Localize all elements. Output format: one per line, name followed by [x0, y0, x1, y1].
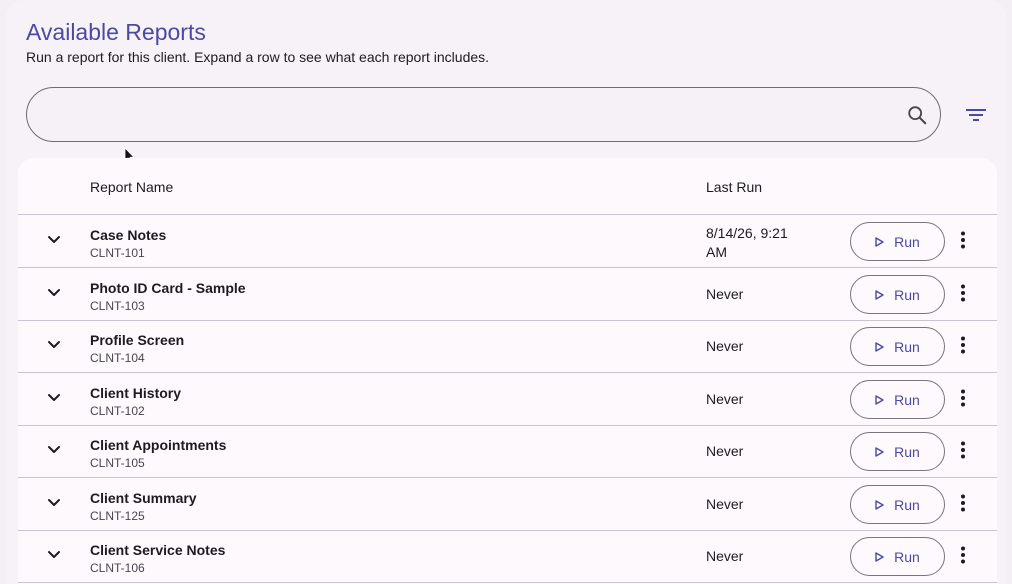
play-icon	[875, 289, 884, 300]
more-vert-icon[interactable]	[959, 389, 967, 407]
last-run-line: Never	[706, 443, 744, 459]
run-button[interactable]: Run	[850, 380, 945, 419]
report-name: Profile Screen	[90, 332, 185, 348]
last-run-line: Never	[706, 338, 744, 354]
more-vert-icon[interactable]	[959, 546, 967, 564]
play-icon	[875, 499, 884, 510]
table-row[interactable]: Photo ID Card - Sample CLNT-103 Never Ru…	[18, 268, 997, 321]
more-vert-icon[interactable]	[959, 336, 967, 354]
table-row[interactable]: Client Service Notes CLNT-106 Never Run	[18, 530, 997, 583]
more-vert-icon[interactable]	[959, 284, 967, 302]
chevron-down-icon[interactable]	[47, 498, 61, 508]
table-row[interactable]: Client History CLNT-102 Never Run	[18, 373, 997, 426]
report-code: CLNT-101	[90, 246, 145, 260]
run-button[interactable]: Run	[850, 222, 945, 261]
last-run-value: Never	[706, 390, 743, 409]
column-header-report-name: Report Name	[90, 179, 174, 195]
table-row[interactable]: Client Appointments CLNT-105 Never Run	[18, 425, 997, 478]
play-icon	[875, 551, 884, 562]
chevron-down-icon[interactable]	[47, 550, 61, 560]
report-code: CLNT-103	[90, 299, 145, 313]
reports-table: Report Name Last Run Case Notes CLNT-101…	[18, 158, 997, 584]
last-run-line: 8/14/26, 9:21	[706, 225, 788, 241]
report-name: Case Notes	[90, 227, 167, 243]
run-button-label: Run	[894, 443, 920, 460]
last-run-line: Never	[706, 286, 744, 302]
more-vert-icon[interactable]	[959, 494, 967, 512]
chevron-down-icon[interactable]	[47, 288, 61, 298]
run-button[interactable]: Run	[850, 485, 945, 524]
last-run-line: Never	[706, 548, 744, 564]
report-name: Client History	[90, 385, 182, 401]
run-button-label: Run	[894, 496, 920, 513]
run-button[interactable]: Run	[850, 275, 945, 314]
last-run-line: AM	[706, 244, 727, 260]
page-title: Available Reports	[26, 19, 206, 45]
run-button[interactable]: Run	[850, 327, 945, 366]
run-button[interactable]: Run	[850, 537, 945, 576]
filter-list-icon[interactable]	[965, 107, 987, 123]
last-run-value: 8/14/26, 9:21 AM	[706, 224, 788, 262]
chevron-down-icon[interactable]	[47, 445, 61, 455]
chevron-down-icon[interactable]	[47, 340, 61, 350]
report-code: CLNT-125	[90, 509, 145, 523]
run-button[interactable]: Run	[850, 432, 945, 471]
run-button-label: Run	[894, 286, 920, 303]
search-icon[interactable]	[906, 104, 928, 126]
report-name: Photo ID Card - Sample	[90, 280, 246, 296]
play-icon	[875, 341, 884, 352]
run-button-label: Run	[894, 391, 920, 408]
last-run-value: Never	[706, 495, 743, 514]
report-name: Client Service Notes	[90, 542, 226, 558]
table-row[interactable]: Profile Screen CLNT-104 Never Run	[18, 320, 997, 373]
more-vert-icon[interactable]	[959, 441, 967, 459]
run-button-label: Run	[894, 548, 920, 565]
report-name: Client Appointments	[90, 437, 227, 453]
column-header-last-run: Last Run	[706, 179, 763, 195]
search-input[interactable]	[47, 100, 887, 130]
play-icon	[875, 236, 884, 247]
report-code: CLNT-104	[90, 351, 145, 365]
report-code: CLNT-105	[90, 456, 145, 470]
last-run-value: Never	[706, 285, 743, 304]
last-run-value: Never	[706, 547, 743, 566]
report-code: CLNT-102	[90, 404, 145, 418]
chevron-down-icon[interactable]	[47, 393, 61, 403]
table-row[interactable]: Client Summary CLNT-125 Never Run	[18, 478, 997, 531]
play-icon	[875, 394, 884, 405]
report-code: CLNT-106	[90, 561, 145, 575]
report-name: Client Summary	[90, 490, 197, 506]
last-run-line: Never	[706, 391, 744, 407]
last-run-line: Never	[706, 496, 744, 512]
last-run-value: Never	[706, 337, 743, 356]
chevron-down-icon[interactable]	[47, 235, 61, 245]
run-button-label: Run	[894, 338, 920, 355]
more-vert-icon[interactable]	[959, 231, 967, 249]
page-subtitle: Run a report for this client. Expand a r…	[26, 49, 490, 65]
search-bar[interactable]	[26, 87, 941, 142]
play-icon	[875, 446, 884, 457]
run-button-label: Run	[894, 233, 920, 250]
table-row[interactable]: Case Notes CLNT-101 8/14/26, 9:21 AM Run	[18, 215, 997, 268]
last-run-value: Never	[706, 442, 743, 461]
